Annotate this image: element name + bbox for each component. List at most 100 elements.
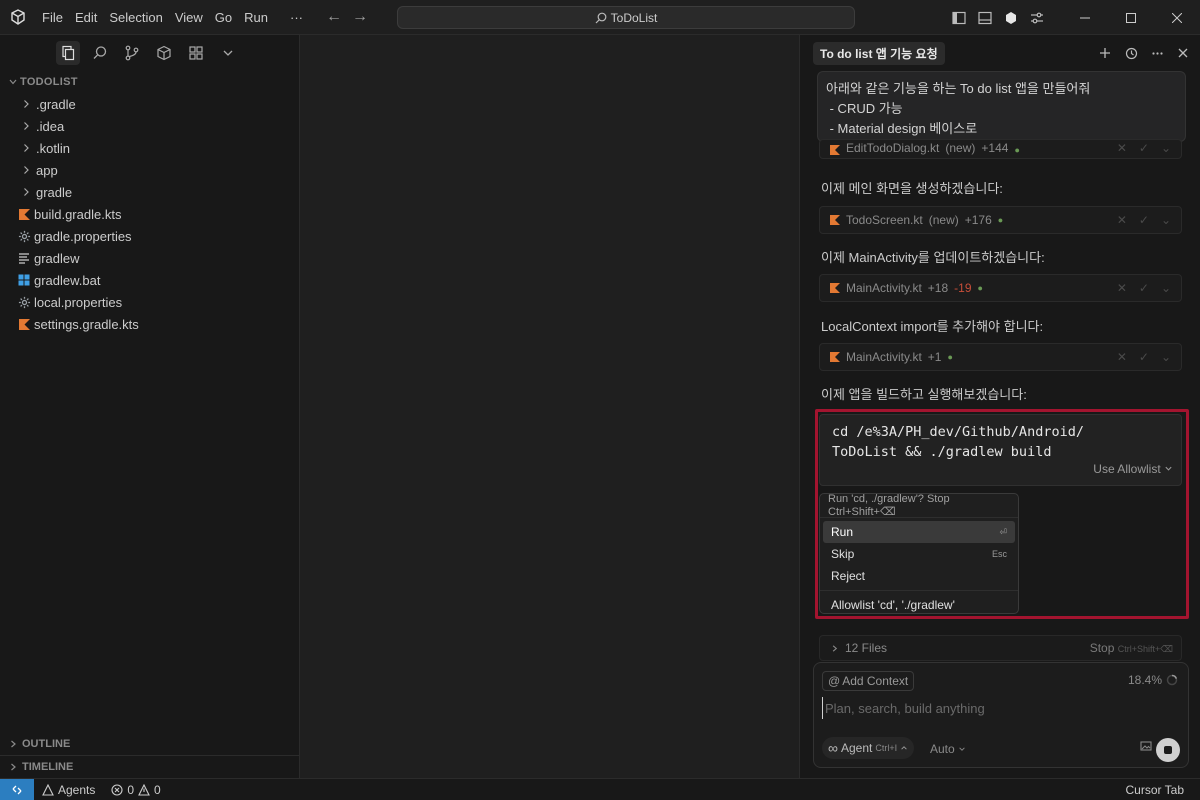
gear-icon	[16, 296, 32, 309]
user-message-line: 아래와 같은 기능을 하는 To do list 앱을 만들어줘	[826, 81, 1091, 96]
search-icon[interactable]	[88, 41, 112, 65]
problems-status[interactable]: 0 0	[103, 783, 168, 797]
file-tag: (new)	[928, 213, 959, 227]
customize-layout-icon[interactable]	[1024, 0, 1050, 35]
tree-folder[interactable]: .idea	[0, 115, 299, 137]
image-attach-icon[interactable]	[1140, 740, 1152, 755]
run-menu-item-skip[interactable]: Skip Esc	[823, 543, 1015, 565]
forward-arrow-icon[interactable]: →	[347, 8, 373, 26]
terminal-command-block[interactable]: cd /e%3A/PH_dev/Github/Android/ ToDoList…	[819, 414, 1182, 486]
chevron-right-icon	[832, 644, 838, 652]
explorer-section-header[interactable]: TODOLIST	[0, 71, 299, 93]
outline-section[interactable]: OUTLINE	[0, 733, 300, 755]
close-window-button[interactable]	[1154, 0, 1200, 35]
run-menu-item-run[interactable]: Run ⏎	[823, 521, 1015, 543]
editor-area[interactable]	[300, 35, 800, 778]
status-dot: ●	[947, 352, 953, 362]
file-edit-card[interactable]: MainActivity.kt +18 -19 ● ✕ ✓ ⌄	[819, 274, 1182, 302]
changed-files-bar[interactable]: 12 Files Stop Ctrl+Shift+⌫	[819, 635, 1182, 661]
more-options-icon[interactable]	[1146, 42, 1168, 64]
add-context-button[interactable]: @ Add Context	[822, 671, 915, 691]
remote-indicator-icon[interactable]	[0, 778, 34, 800]
extensions-icon[interactable]	[184, 41, 208, 65]
status-dot: ●	[1014, 145, 1020, 155]
toggle-panel-icon[interactable]	[972, 0, 998, 35]
lines-added: +18	[927, 281, 949, 295]
cursor-tab-label: Cursor Tab	[1125, 782, 1184, 797]
stop-button[interactable]: Stop Ctrl+Shift+⌫	[1090, 641, 1181, 655]
status-dot: ●	[997, 215, 1004, 225]
file-tag: (new)	[945, 141, 976, 155]
context-percent: 18.4%	[1127, 673, 1162, 687]
run-menu-item-allowlist[interactable]: Allowlist 'cd', './gradlew'	[823, 594, 1015, 616]
title-bar: File Edit Selection View Go Run ··· ← → …	[0, 0, 1200, 35]
accept-icon[interactable]: ✓	[1139, 141, 1149, 155]
minimize-button[interactable]	[1062, 0, 1108, 35]
run-menu-item-reject[interactable]: Reject	[823, 565, 1015, 587]
file-edit-card[interactable]: MainActivity.kt +1 ● ✕ ✓ ⌄	[819, 343, 1182, 371]
new-chat-icon[interactable]	[1094, 42, 1116, 64]
menu-more[interactable]: ···	[284, 0, 309, 35]
reject-icon[interactable]: ✕	[1117, 141, 1127, 155]
sidebar-toolbar	[0, 35, 299, 71]
menu-bar: File Edit Selection View Go Run ··· ← →	[36, 0, 373, 35]
tree-folder[interactable]: app	[0, 159, 299, 181]
explorer-sidebar: TODOLIST .gradle .idea .kotlin app gradle bui…	[0, 35, 300, 778]
menu-selection[interactable]: Selection	[103, 0, 168, 35]
reject-icon[interactable]: ✕	[1117, 281, 1127, 295]
chevron-down-icon[interactable]: ⌄	[1161, 213, 1171, 227]
accept-icon[interactable]: ✓	[1139, 213, 1149, 227]
chat-tab-title[interactable]: To do list 앱 기능 요청	[813, 41, 945, 65]
tree-folder[interactable]: .gradle	[0, 93, 299, 115]
cursor-tab-status[interactable]: Cursor Tab	[1118, 783, 1200, 797]
chat-input[interactable]: Plan, search, build anything	[822, 697, 1162, 719]
stop-generation-button[interactable]	[1156, 738, 1180, 762]
chevron-down-icon[interactable]	[216, 41, 240, 65]
menu-edit[interactable]: Edit	[69, 0, 103, 35]
use-allowlist-button[interactable]: Use Allowlist	[1093, 459, 1173, 479]
agent-step-text: LocalContext import를 추가해야 합니다:	[821, 319, 1044, 334]
history-icon[interactable]	[1120, 42, 1142, 64]
tree-item-label: gradle.properties	[34, 228, 132, 244]
menu-view[interactable]: View	[169, 0, 209, 35]
agent-mode-selector[interactable]: ∞ Agent Ctrl+I	[822, 737, 915, 759]
chevron-down-icon[interactable]: ⌄	[1161, 141, 1171, 155]
source-control-icon[interactable]	[120, 41, 144, 65]
card-actions: ✕ ✓ ⌄	[1117, 213, 1181, 227]
status-dot: ●	[977, 283, 983, 293]
tree-file[interactable]: gradlew	[0, 247, 299, 269]
close-icon[interactable]	[1172, 42, 1194, 64]
command-center[interactable]: ToDoList	[397, 6, 855, 29]
tree-file[interactable]: local.properties	[0, 291, 299, 313]
reject-icon[interactable]: ✕	[1117, 350, 1127, 364]
back-arrow-icon[interactable]: ←	[321, 8, 347, 26]
chevron-down-icon[interactable]: ⌄	[1161, 350, 1171, 364]
agent-chat-panel: To do list 앱 기능 요청 아래와 같은 기능을 하는 To do l…	[801, 35, 1200, 778]
run-debug-icon[interactable]	[152, 41, 176, 65]
model-selector[interactable]: Auto	[930, 742, 966, 756]
file-edit-card[interactable]: EditTodoDialog.kt (new) +144 ● ✕ ✓ ⌄	[819, 139, 1182, 159]
maximize-button[interactable]	[1108, 0, 1154, 35]
timeline-section[interactable]: TIMELINE	[0, 755, 300, 777]
accept-icon[interactable]: ✓	[1139, 350, 1149, 364]
menu-run[interactable]: Run	[238, 0, 274, 35]
agents-status[interactable]: Agents	[34, 783, 103, 797]
tree-file[interactable]: gradlew.bat	[0, 269, 299, 291]
chat-header-actions	[1094, 42, 1200, 64]
reject-icon[interactable]: ✕	[1117, 213, 1127, 227]
tree-folder[interactable]: gradle	[0, 181, 299, 203]
tree-file[interactable]: settings.gradle.kts	[0, 313, 299, 335]
user-message[interactable]: 아래와 같은 기능을 하는 To do list 앱을 만들어줘 - CRUD …	[817, 71, 1186, 142]
kotlin-file-icon	[830, 215, 840, 225]
tree-folder[interactable]: .kotlin	[0, 137, 299, 159]
accept-icon[interactable]: ✓	[1139, 281, 1149, 295]
toggle-sidebar-icon[interactable]	[946, 0, 972, 35]
explorer-icon[interactable]	[56, 41, 80, 65]
menu-file[interactable]: File	[36, 0, 69, 35]
tree-file[interactable]: gradle.properties	[0, 225, 299, 247]
toggle-agent-icon[interactable]	[998, 0, 1024, 35]
menu-go[interactable]: Go	[209, 0, 238, 35]
tree-file[interactable]: build.gradle.kts	[0, 203, 299, 225]
chevron-down-icon[interactable]: ⌄	[1161, 281, 1171, 295]
file-edit-card[interactable]: TodoScreen.kt (new) +176 ● ✕ ✓ ⌄	[819, 206, 1182, 234]
